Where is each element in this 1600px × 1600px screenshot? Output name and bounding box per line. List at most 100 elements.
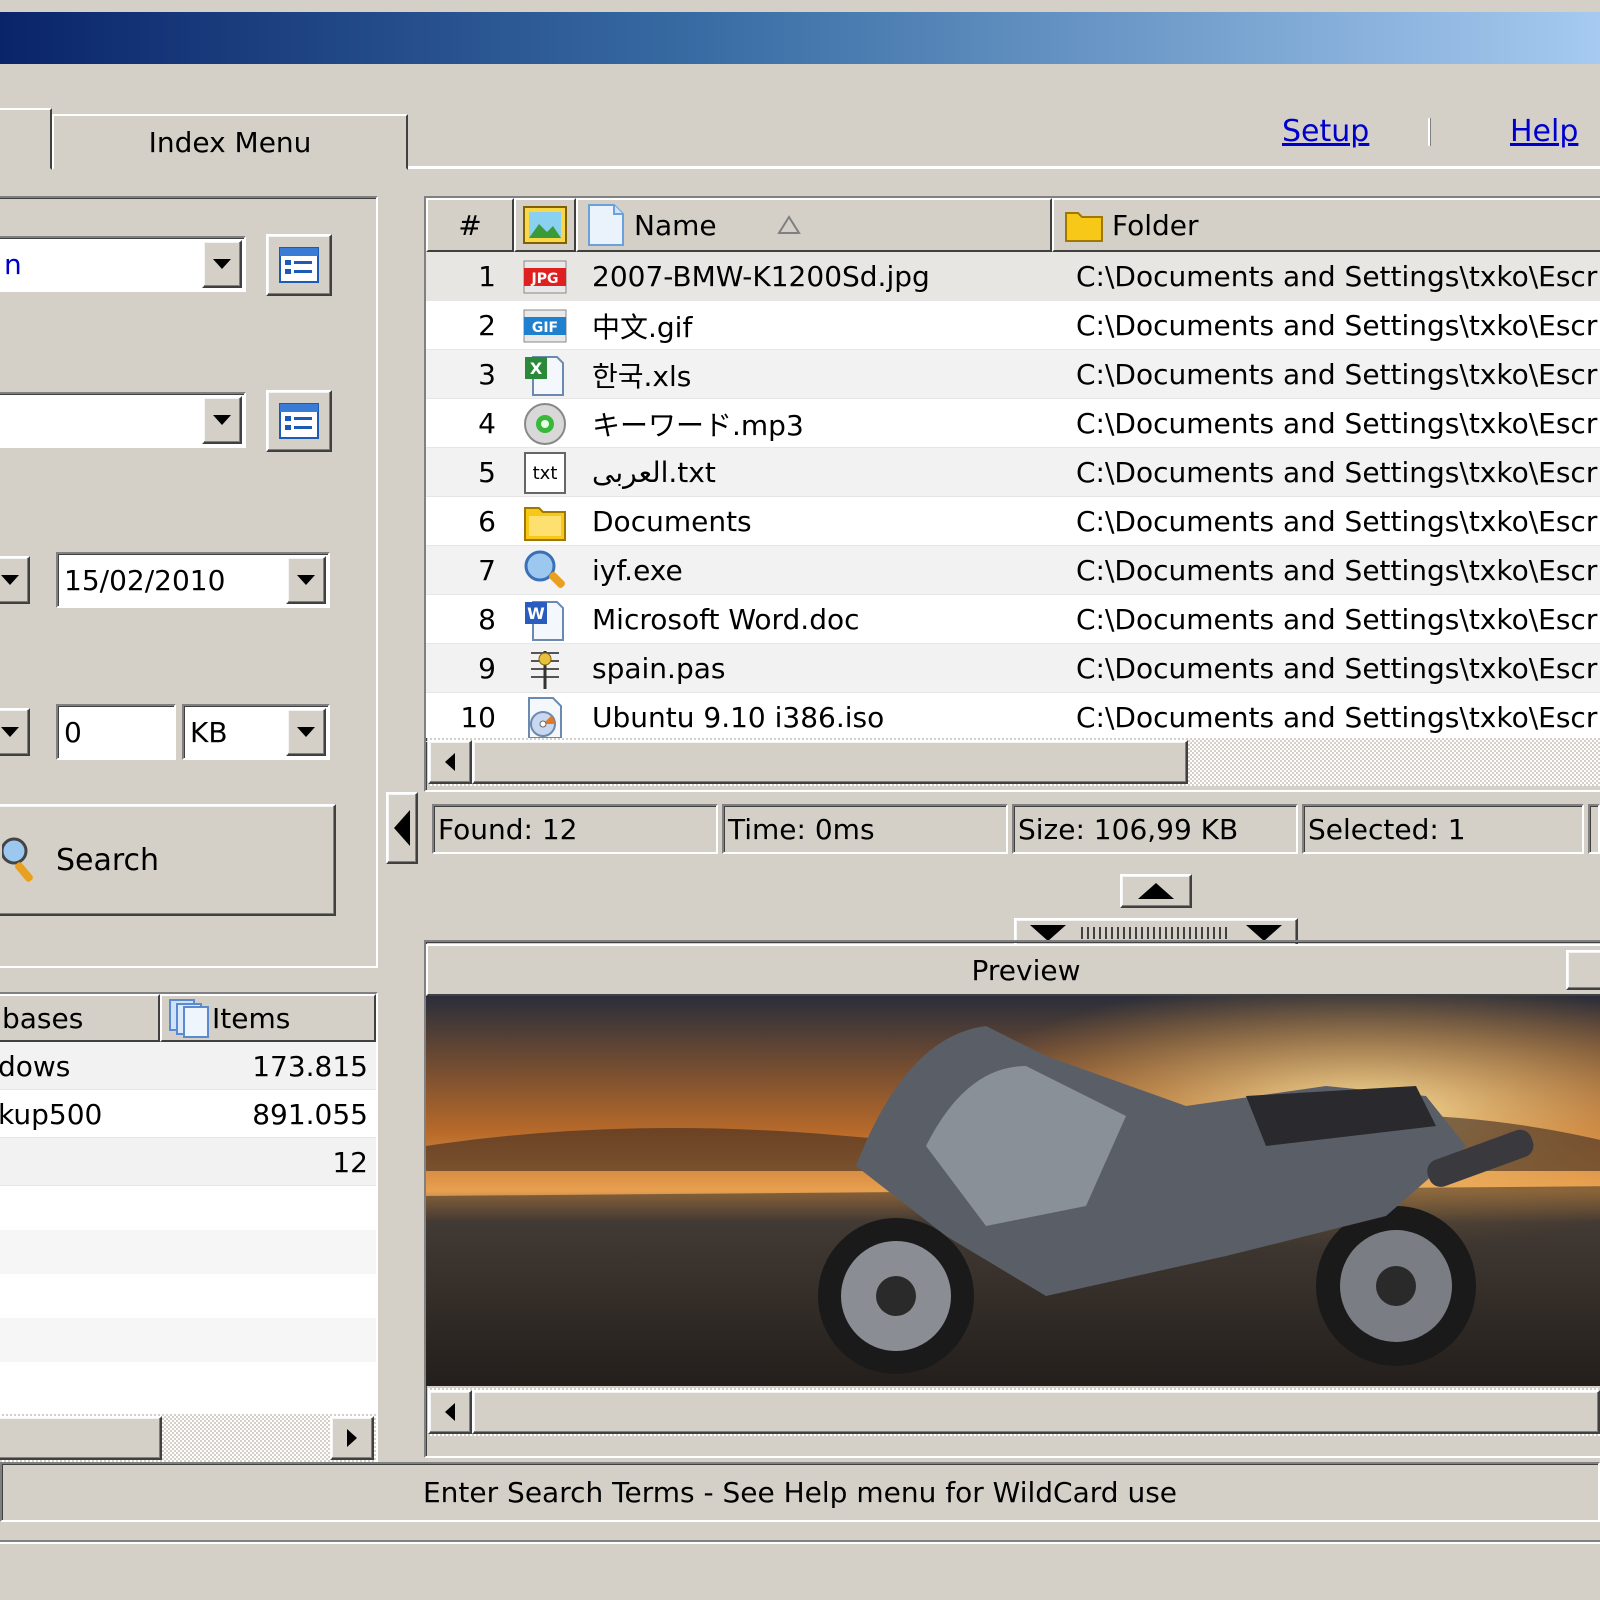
image-icon: [523, 206, 567, 244]
file-folder: C:\Documents and Settings\txko\Escritori…: [1076, 603, 1600, 636]
scroll-left-button[interactable]: [428, 1390, 472, 1434]
size-operator-dropdown-button[interactable]: [0, 708, 30, 756]
collapse-left-panel-button[interactable]: [386, 792, 418, 864]
file-name: 中文.gif: [592, 310, 693, 344]
table-row[interactable]: 9 spain.pas C:\Documents and Settings\tx…: [426, 644, 1600, 693]
search-term-list-button[interactable]: [266, 234, 332, 296]
svg-text:JPG: JPG: [531, 271, 559, 287]
row-number: 3: [478, 358, 496, 391]
file-folder: C:\Documents and Settings\txko\Escritori…: [1076, 260, 1600, 293]
file-name: Ubuntu 9.10 i386.iso: [592, 701, 885, 734]
table-row[interactable]: 2 GIF 中文.gif C:\Documents and Settings\t…: [426, 301, 1600, 350]
arrow-left-icon: [445, 1403, 455, 1421]
search-button[interactable]: Search: [0, 804, 336, 916]
table-row[interactable]: 4 キーワード.mp3 C:\Documents and Settings\tx…: [426, 399, 1600, 448]
tab-search[interactable]: [0, 108, 52, 170]
location-list-button[interactable]: [266, 390, 332, 452]
databases-header-label: bases: [2, 1001, 84, 1035]
database-name: kup500: [0, 1098, 103, 1131]
number-column-header[interactable]: #: [426, 198, 514, 252]
status-bar: Enter Search Terms - See Help menu for W…: [0, 1462, 1600, 1522]
type-icon-column-header[interactable]: [514, 198, 576, 252]
window-title-bar[interactable]: [0, 12, 1600, 64]
arrow-down-icon: [1030, 925, 1066, 941]
database-row[interactable]: dows 173.815: [0, 1042, 376, 1090]
tab-index-menu[interactable]: Index Menu: [52, 114, 408, 170]
scroll-left-button[interactable]: [428, 740, 472, 784]
expand-up-button[interactable]: [1120, 874, 1192, 908]
sort-ascending-icon: [776, 215, 801, 234]
help-link[interactable]: Help: [1510, 114, 1578, 149]
table-row[interactable]: 3 X 한국.xls C:\Documents and Settings\txk…: [426, 350, 1600, 399]
table-row[interactable]: 10 Ubuntu 9.10 i386.iso C:\Documents and…: [426, 693, 1600, 742]
audio-file-icon: [514, 399, 576, 448]
date-to-field[interactable]: 15/02/2010: [56, 552, 330, 608]
exe-search-icon: [514, 546, 576, 595]
arrow-up-icon: [1138, 883, 1174, 899]
chevron-down-icon: [1, 727, 19, 737]
name-column-header[interactable]: Name: [576, 198, 1052, 252]
file-name: 2007-BMW-K1200Sd.jpg: [592, 260, 930, 293]
file-folder: C:\Documents and Settings\txko\Escritori…: [1076, 358, 1600, 391]
bottom-divider: [0, 1540, 1600, 1544]
scroll-right-button[interactable]: [330, 1416, 374, 1460]
folder-icon: [514, 497, 576, 546]
date-from-dropdown-button[interactable]: [0, 556, 30, 604]
row-number: 8: [478, 603, 496, 636]
databases-horizontal-scrollbar[interactable]: [0, 1414, 376, 1462]
grip-dots: [1081, 927, 1231, 939]
table-row[interactable]: 5 txt العربى.txt C:\Documents and Settin…: [426, 448, 1600, 497]
status-bar-text: Enter Search Terms - See Help menu for W…: [422, 1475, 1178, 1509]
list-icon: [279, 403, 319, 439]
folder-icon: [1065, 212, 1103, 242]
databases-column-header[interactable]: bases: [0, 994, 160, 1042]
search-time: Time: 0ms: [728, 812, 875, 846]
chevron-down-icon: [213, 415, 231, 425]
file-folder: C:\Documents and Settings\txko\Escritori…: [1076, 309, 1600, 342]
preview-image: [426, 996, 1600, 1386]
items-header-label: Items: [212, 1001, 291, 1035]
preview-horizontal-scrollbar[interactable]: [428, 1388, 1600, 1436]
database-row[interactable]: kup500 891.055: [0, 1090, 376, 1138]
row-number: 5: [478, 456, 496, 489]
setup-link[interactable]: Setup: [1282, 114, 1369, 149]
table-row[interactable]: 7 iyf.exe C:\Documents and Settings\txko…: [426, 546, 1600, 595]
database-row-empty: [0, 1318, 376, 1362]
table-row[interactable]: 6 Documents C:\Documents and Settings\tx…: [426, 497, 1600, 546]
database-row[interactable]: 12: [0, 1138, 376, 1186]
scrollbar-thumb[interactable]: [472, 740, 1188, 784]
found-count-panel: Found: 12: [432, 804, 718, 854]
folder-header-label: Folder: [1112, 208, 1199, 242]
database-items: 173.815: [252, 1050, 368, 1083]
search-term-combo[interactable]: n: [0, 236, 246, 292]
magnifier-icon: [2, 837, 33, 882]
row-number: 7: [478, 554, 496, 587]
text-file-icon: txt: [514, 448, 576, 497]
file-folder: C:\Documents and Settings\txko\Escritori…: [1076, 554, 1600, 587]
results-grid: # Name Folder 1 JPG 2007-BMW-K1200Sd.jpg…: [426, 198, 1600, 742]
items-icon: [169, 999, 209, 1038]
date-to-dropdown-button[interactable]: [286, 556, 326, 604]
scrollbar-thumb[interactable]: [0, 1416, 162, 1460]
search-button-label: Search: [56, 842, 160, 878]
table-row[interactable]: 8 W Microsoft Word.doc C:\Documents and …: [426, 595, 1600, 644]
results-horizontal-scrollbar[interactable]: [428, 738, 1600, 786]
pascal-file-icon: [514, 644, 576, 693]
found-count: Found: 12: [438, 812, 578, 846]
scrollbar-thumb[interactable]: [472, 1390, 1600, 1434]
size-unit-dropdown-button[interactable]: [286, 708, 326, 756]
size-value-input[interactable]: 0: [56, 704, 176, 760]
size-unit-select[interactable]: KB: [182, 704, 330, 760]
table-row[interactable]: 1 JPG 2007-BMW-K1200Sd.jpg C:\Documents …: [426, 252, 1600, 301]
location-dropdown-button[interactable]: [202, 396, 242, 444]
file-folder: C:\Documents and Settings\txko\Escritori…: [1076, 456, 1600, 489]
preview-restore-button[interactable]: [1566, 950, 1600, 990]
items-column-header[interactable]: Items: [160, 994, 376, 1042]
folder-column-header[interactable]: Folder: [1052, 198, 1600, 252]
location-combo[interactable]: [0, 392, 246, 448]
database-items: 891.055: [252, 1098, 368, 1131]
search-term-dropdown-button[interactable]: [202, 240, 242, 288]
list-icon: [279, 247, 319, 283]
database-row-empty: [0, 1362, 376, 1406]
search-term-text: n: [4, 247, 22, 281]
